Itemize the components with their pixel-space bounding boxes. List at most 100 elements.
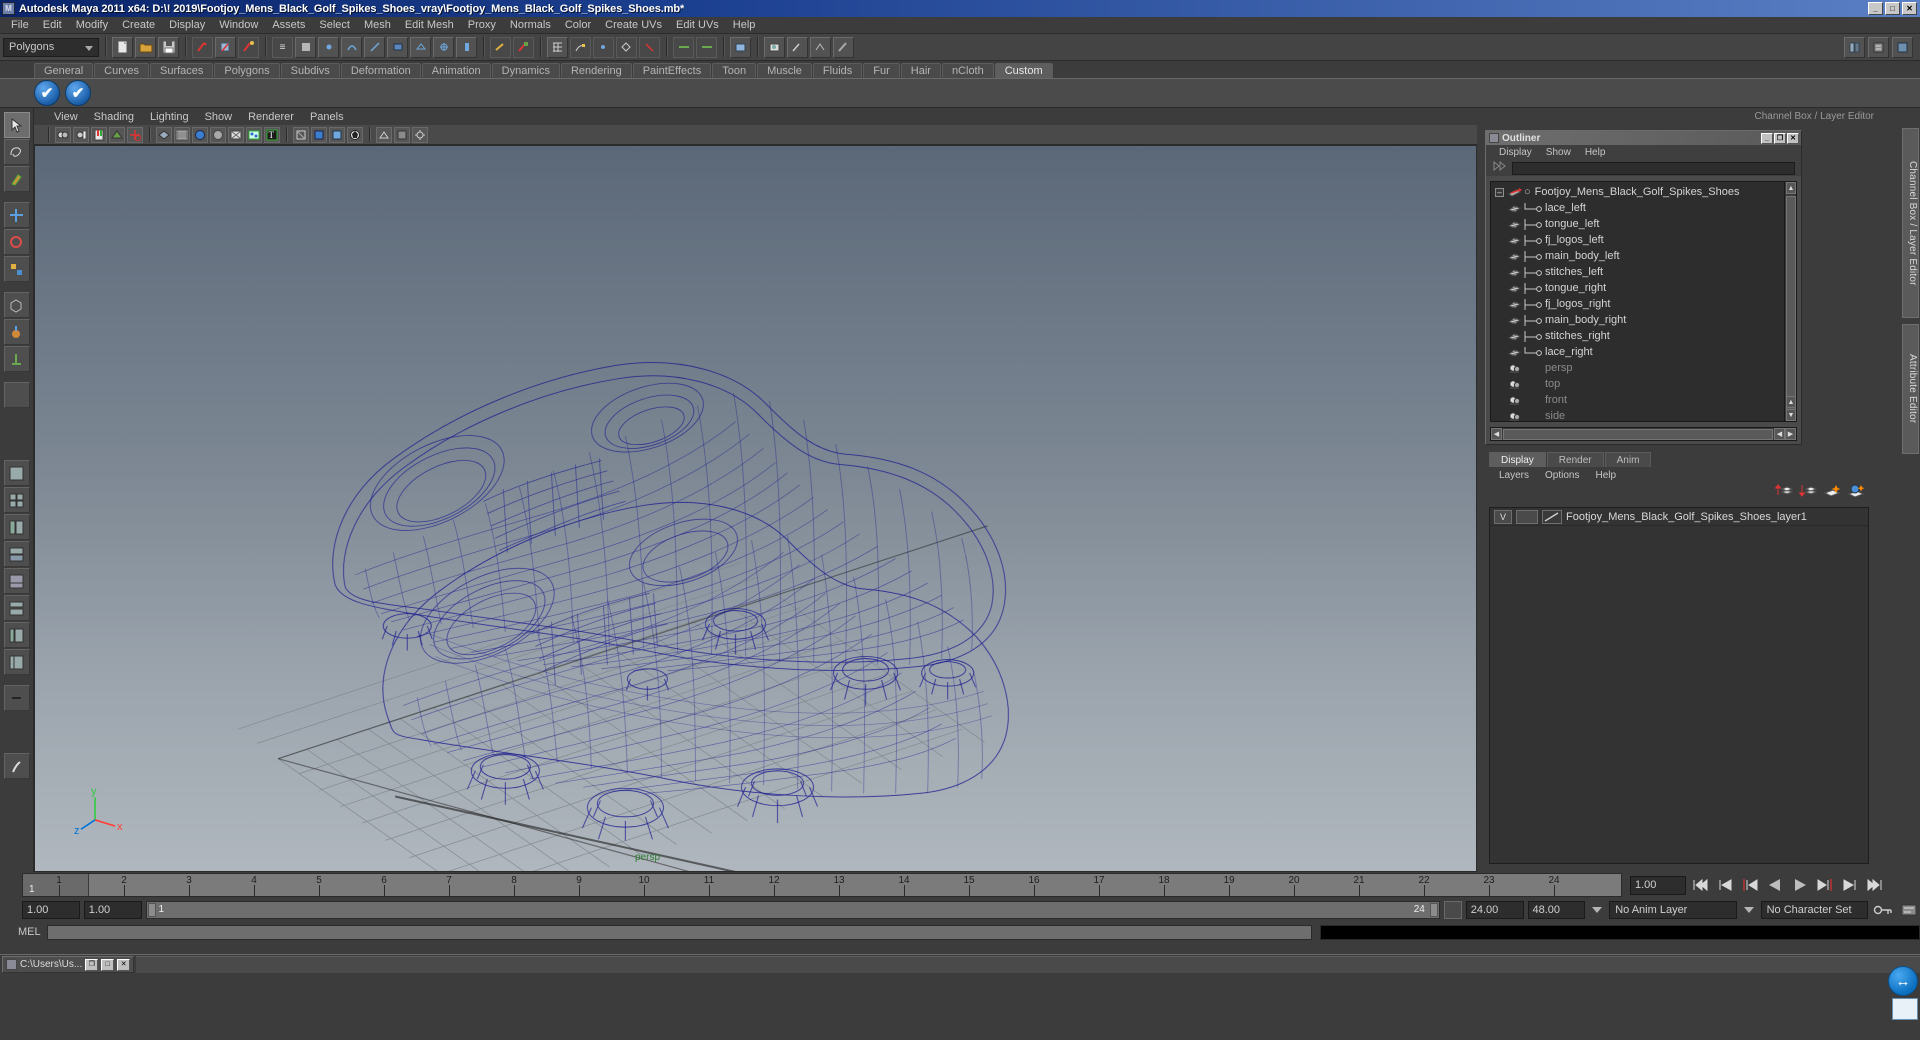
select-tool[interactable]	[3, 112, 30, 138]
highlight-selection-icon[interactable]	[513, 36, 534, 58]
step-forward-frame-icon[interactable]	[1814, 875, 1836, 895]
mask-points-icon[interactable]	[318, 36, 339, 58]
shelf-tab-muscle[interactable]: Muscle	[757, 63, 812, 78]
mask-pivots-icon[interactable]	[433, 36, 454, 58]
smooth-shade-selected-icon[interactable]	[192, 126, 208, 143]
mask-handles2-icon[interactable]	[456, 36, 477, 58]
scroll-down-icon[interactable]: ▼	[1786, 409, 1796, 421]
time-slider[interactable]: 1 1 2 3 4 5 6 7 8 9 10 11 12 13 14 15 16…	[22, 873, 1622, 897]
paint-effects-brush-icon[interactable]	[3, 753, 30, 779]
image-plane-icon[interactable]	[109, 126, 125, 143]
select-camera-icon[interactable]	[55, 126, 71, 143]
xray-joints-icon[interactable]	[311, 126, 327, 143]
save-scene-icon[interactable]	[158, 36, 179, 58]
menu-create[interactable]: Create	[115, 18, 162, 32]
outliner-item-mesh[interactable]: fj_logos_right	[1491, 296, 1784, 312]
anim-layer-dropdown-arrow-icon[interactable]	[1589, 901, 1605, 919]
scroll-right-icon[interactable]: ▶	[1785, 428, 1796, 440]
shelf-tab-curves[interactable]: Curves	[94, 63, 149, 78]
menu-mesh[interactable]: Mesh	[357, 18, 398, 32]
taskbar-item-command-prompt[interactable]: C:\Users\Us... ❐ □ ✕	[2, 956, 135, 973]
select-by-object-type-icon[interactable]	[215, 36, 236, 58]
outliner-item-mesh[interactable]: main_body_left	[1491, 248, 1784, 264]
viewport-menu-view[interactable]: View	[46, 110, 86, 124]
viewport-menu-renderer[interactable]: Renderer	[240, 110, 302, 124]
xray-display-icon[interactable]	[293, 126, 309, 143]
shelf-tab-rendering[interactable]: Rendering	[560, 63, 632, 78]
scrollbar-thumb[interactable]	[1503, 428, 1773, 440]
menu-window[interactable]: Window	[212, 18, 265, 32]
outliner-item-mesh[interactable]: stitches_right	[1491, 328, 1784, 344]
outliner-item-camera-persp[interactable]: persp	[1491, 360, 1784, 376]
side-tab-attribute-editor[interactable]: Attribute Editor	[1902, 324, 1919, 454]
shelf-tab-fluids[interactable]: Fluids	[812, 63, 863, 78]
menu-color[interactable]: Color	[558, 18, 598, 32]
soft-modification-tool[interactable]	[3, 319, 30, 345]
mask-handles-icon[interactable]	[295, 36, 316, 58]
outliner-item-camera-top[interactable]: top	[1491, 376, 1784, 392]
close-button[interactable]: ✕	[1902, 2, 1917, 15]
step-back-frame-icon[interactable]	[1739, 875, 1761, 895]
snap-to-curve-icon[interactable]	[570, 36, 591, 58]
move-tool[interactable]	[3, 202, 30, 228]
layer-menu-layers[interactable]: Layers	[1491, 470, 1537, 481]
persp-graph-hypershade-layout-icon[interactable]	[3, 568, 30, 594]
teamviewer-tray-icon[interactable]: ↔	[1888, 966, 1918, 996]
component-mask-menu-icon[interactable]: ≡	[272, 36, 293, 58]
menu-edit-uvs[interactable]: Edit UVs	[669, 18, 726, 32]
outliner-vertical-scrollbar[interactable]: ▲ ▲ ▼	[1784, 182, 1796, 421]
menu-help[interactable]: Help	[726, 18, 763, 32]
scale-tool[interactable]	[3, 256, 30, 282]
play-backwards-icon[interactable]	[1764, 875, 1786, 895]
smooth-shade-all-icon[interactable]	[174, 126, 190, 143]
expand-collapse-icon[interactable]: –	[1495, 187, 1504, 197]
shelf-tab-dynamics[interactable]: Dynamics	[491, 63, 560, 78]
universal-manipulator-tool[interactable]	[3, 292, 30, 318]
layer-menu-options[interactable]: Options	[1537, 470, 1587, 481]
command-line-input[interactable]	[46, 924, 1312, 940]
scroll-left-icon[interactable]: ◀	[1491, 428, 1502, 440]
shelf-tab-painteffects[interactable]: PaintEffects	[632, 63, 712, 78]
four-view-layout-icon[interactable]	[3, 487, 30, 513]
outliner-menu-display[interactable]: Display	[1492, 147, 1539, 158]
ipr-render-icon[interactable]	[787, 36, 808, 58]
range-handle-left[interactable]	[147, 903, 156, 917]
menu-edit-mesh[interactable]: Edit Mesh	[398, 18, 461, 32]
show-manipulator-tool[interactable]	[3, 346, 30, 372]
window-tray-icon[interactable]	[1892, 998, 1918, 1020]
render-settings-icon[interactable]	[810, 36, 831, 58]
selection-mode-dropdown[interactable]: Polygons	[3, 37, 99, 57]
playback-end-time-field[interactable]: 24.00	[1465, 901, 1524, 919]
layer-visibility-toggle[interactable]: V	[1494, 509, 1512, 524]
more-layouts-icon[interactable]: –	[3, 685, 30, 711]
taskbar-close-button[interactable]: ✕	[117, 958, 131, 971]
outliner-tree[interactable]: – ○ Footjoy_Mens_Black_Golf_Spikes_Shoes…	[1490, 181, 1797, 422]
shelf-tab-hair[interactable]: Hair	[900, 63, 941, 78]
mask-parm-points-icon[interactable]	[341, 36, 362, 58]
outliner-persp-graph-layout-icon[interactable]	[3, 622, 30, 648]
open-scene-icon[interactable]	[135, 36, 156, 58]
menu-display[interactable]: Display	[162, 18, 212, 32]
command-response-field[interactable]	[1320, 924, 1920, 940]
viewport-menu-shading[interactable]: Shading	[86, 110, 142, 124]
playback-start-time-field[interactable]: 1.00	[83, 901, 142, 919]
new-layer-icon[interactable]	[1823, 483, 1841, 504]
menu-create-uvs[interactable]: Create UVs	[598, 18, 669, 32]
hypershade-persp-layout-icon[interactable]	[3, 595, 30, 621]
shelf-tab-ncloth[interactable]: nCloth	[941, 63, 994, 78]
bookmark-icon[interactable]	[91, 126, 107, 143]
outliner-persp-layout-icon[interactable]	[3, 514, 30, 540]
show-channel-box-icon[interactable]	[1844, 36, 1865, 58]
outliner-minimize-button[interactable]: _	[1761, 132, 1773, 144]
viewport-menu-show[interactable]: Show	[197, 110, 241, 124]
animation-end-time-field[interactable]: 48.00	[1527, 901, 1586, 919]
mask-faces-icon[interactable]	[387, 36, 408, 58]
range-handle-right[interactable]	[1429, 903, 1438, 917]
shelf-tab-toon[interactable]: Toon	[712, 63, 757, 78]
persp-uv-layout-icon[interactable]	[3, 649, 30, 675]
minimize-button[interactable]: _	[1868, 2, 1883, 15]
layer-color-swatch[interactable]	[1542, 509, 1562, 524]
play-forwards-icon[interactable]	[1789, 875, 1811, 895]
outliner-item-group[interactable]: – ○ Footjoy_Mens_Black_Golf_Spikes_Shoes	[1491, 184, 1784, 200]
maximize-button[interactable]: □	[1885, 2, 1900, 15]
